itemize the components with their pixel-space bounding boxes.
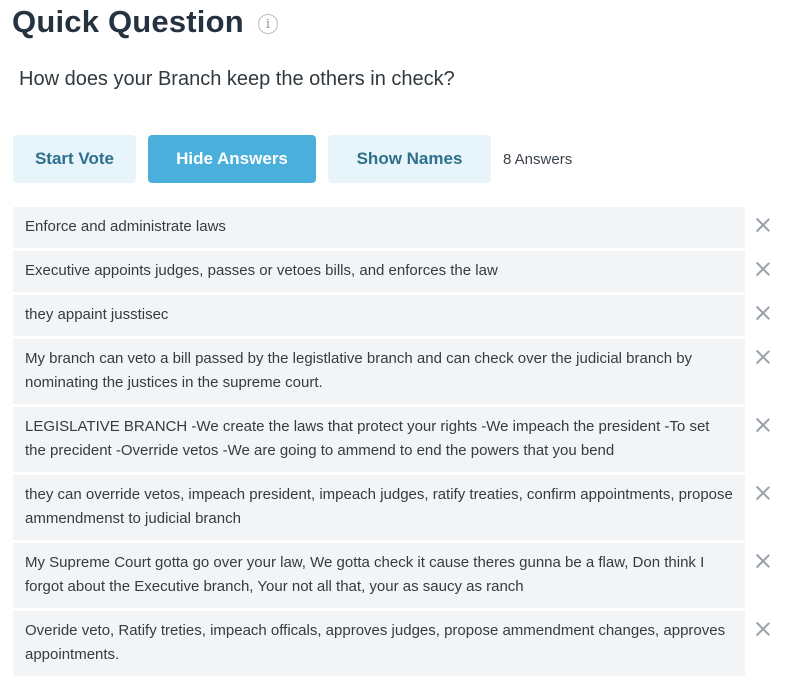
answer-item: Overide veto, Ratify treties, impeach of… (13, 611, 783, 676)
answer-item: Executive appoints judges, passes or vet… (13, 251, 783, 292)
answer-text: Enforce and administrate laws (13, 207, 745, 248)
start-vote-button[interactable]: Start Vote (13, 135, 136, 183)
close-icon[interactable] (752, 550, 774, 572)
close-icon[interactable] (752, 214, 774, 236)
answer-text: My Supreme Court gotta go over your law,… (13, 543, 745, 608)
answer-text: My branch can veto a bill passed by the … (13, 339, 745, 404)
answer-text: they appaint jusstisec (13, 295, 745, 336)
answer-text: Executive appoints judges, passes or vet… (13, 251, 745, 292)
close-icon[interactable] (752, 414, 774, 436)
answer-item: My branch can veto a bill passed by the … (13, 339, 783, 404)
show-names-button[interactable]: Show Names (328, 135, 491, 183)
page-title: Quick Question (12, 4, 244, 39)
answer-item: LEGISLATIVE BRANCH -We create the laws t… (13, 407, 783, 472)
answer-text: they can override vetos, impeach preside… (13, 475, 745, 540)
close-icon[interactable] (752, 302, 774, 324)
answer-text: LEGISLATIVE BRANCH -We create the laws t… (13, 407, 745, 472)
close-icon[interactable] (752, 346, 774, 368)
header: Quick Question i (12, 0, 278, 44)
answer-item: My Supreme Court gotta go over your law,… (13, 543, 783, 608)
toolbar: Start Vote Hide Answers Show Names 8 Ans… (13, 135, 572, 183)
answers-list: Enforce and administrate laws Executive … (13, 207, 783, 679)
answer-item: they appaint jusstisec (13, 295, 783, 336)
info-icon[interactable]: i (257, 14, 278, 34)
answer-text: Overide veto, Ratify treties, impeach of… (13, 611, 745, 676)
answers-count: 8 Answers (503, 150, 573, 168)
answer-item: Enforce and administrate laws (13, 207, 783, 248)
close-icon[interactable] (752, 618, 774, 640)
answer-item: they can override vetos, impeach preside… (13, 475, 783, 540)
close-icon[interactable] (752, 258, 774, 280)
question-text: How does your Branch keep the others in … (19, 68, 455, 90)
hide-answers-button[interactable]: Hide Answers (148, 135, 316, 183)
close-icon[interactable] (752, 482, 774, 504)
